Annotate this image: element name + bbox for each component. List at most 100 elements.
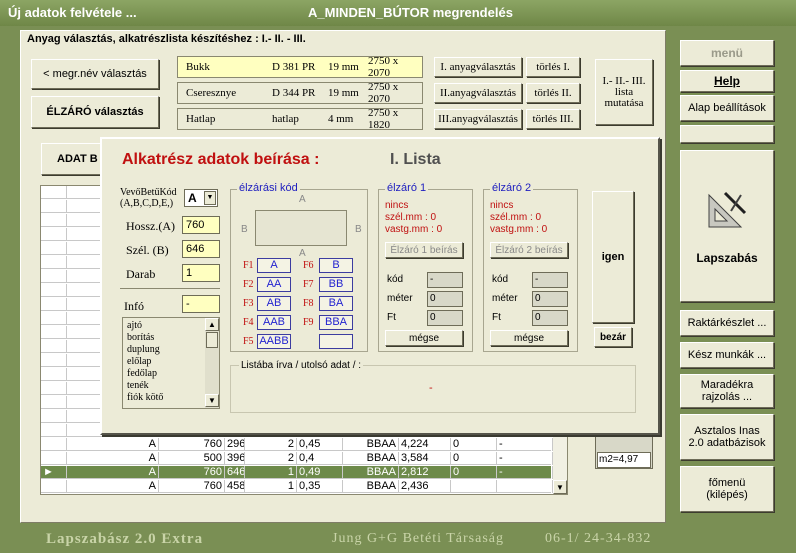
table-cell: 760: [159, 466, 225, 479]
adat-button[interactable]: ADAT B: [41, 143, 101, 175]
edge2-meter-label: méter: [492, 293, 518, 304]
edge-code-button[interactable]: BB: [319, 277, 353, 292]
f-key-label: F2: [243, 279, 254, 290]
table-cell: 458: [227, 480, 245, 493]
edge-code-button[interactable]: AA: [257, 277, 291, 292]
material-size: 2750 x 2070: [368, 81, 399, 105]
help-button[interactable]: Help: [680, 70, 774, 92]
material-3-select-button[interactable]: III.anyagválasztás: [434, 109, 522, 129]
list-item[interactable]: borítás: [127, 332, 215, 344]
edge2-width: szél.mm : 0: [490, 212, 542, 223]
customer-select-button[interactable]: < megr.név választás: [31, 59, 159, 89]
table-cell: 1: [245, 480, 297, 493]
list-item[interactable]: tenék: [127, 380, 215, 392]
f-key-label: F3: [243, 298, 254, 309]
customer-code-value: A: [188, 191, 197, 205]
table-row[interactable]: ► A 760 646 1 0,49 BBAA 2,812 0-: [41, 466, 553, 479]
section-title: Anyag választás, alkatrészlista készítés…: [27, 33, 306, 45]
edge2-cancel-button[interactable]: mégse: [490, 330, 568, 346]
table-cell: 0,45: [297, 438, 343, 451]
parts-list[interactable]: ajtó borítás duplung előlap fedőlap tenék fiók…: [122, 317, 220, 409]
list-item[interactable]: duplung: [127, 344, 215, 356]
edge1-cancel-button[interactable]: mégse: [385, 330, 463, 346]
edge-code-button[interactable]: A: [257, 258, 291, 273]
customer-code-select[interactable]: A ▼: [184, 189, 218, 207]
length-field[interactable]: 760: [182, 216, 220, 234]
table-cell: 0,49: [297, 466, 343, 479]
table-row[interactable]: A 760 458 1 0,35 BBAA 2,436: [41, 480, 553, 493]
width-label: Szél. (B): [126, 243, 169, 257]
table-row[interactable]: A 500 396 2 0,4 BBAA 3,584 0-: [41, 452, 553, 465]
remnant-button[interactable]: Maradékra rajzolás ...: [680, 374, 774, 408]
blank-button[interactable]: [680, 125, 774, 143]
material-2-delete-button[interactable]: törlés II.: [526, 83, 580, 103]
dialog-list-name: I. Lista: [390, 151, 441, 168]
scroll-up-icon[interactable]: ▲: [205, 318, 219, 331]
edge-code-button[interactable]: BA: [319, 296, 353, 311]
edge2-group: élzáró 2 nincs szél.mm : 0 vastg.mm : 0 …: [483, 182, 578, 352]
table-cell: 1: [245, 466, 297, 479]
edge1-entry-button[interactable]: Élzáró 1 beírás: [385, 242, 463, 258]
parts-list-scrollbar[interactable]: ▲ ▼: [205, 318, 219, 408]
list-item[interactable]: ajtó: [127, 320, 215, 332]
scroll-down-icon[interactable]: ▼: [553, 480, 567, 494]
list-item[interactable]: fiók kötő: [127, 392, 215, 404]
finished-jobs-button[interactable]: Kész munkák ...: [680, 342, 774, 368]
listed-value: -: [429, 382, 433, 394]
width-field[interactable]: 646: [182, 240, 220, 258]
table-cell: -: [497, 452, 553, 465]
menu-button[interactable]: menü: [680, 40, 774, 66]
chevron-down-icon[interactable]: ▼: [204, 191, 216, 205]
edge-code-button[interactable]: AB: [257, 296, 291, 311]
material-size: 2750 x 2070: [368, 55, 399, 79]
row-marker: [41, 368, 67, 381]
row-marker: [41, 424, 67, 437]
footer: Lapszabász 2.0 Extra Jung G+G Betéti Tár…: [0, 525, 796, 553]
edge-code-button[interactable]: BBA: [319, 315, 353, 330]
table-cell: BBAA: [343, 452, 399, 465]
row-marker: [41, 382, 67, 395]
edge-code-button[interactable]: AAB: [257, 315, 291, 330]
row-marker: [41, 270, 67, 283]
list-item[interactable]: fedőlap: [127, 368, 215, 380]
f-key-label: F5: [243, 336, 254, 347]
scroll-thumb[interactable]: [206, 332, 218, 348]
info-field[interactable]: -: [182, 295, 220, 313]
list-view-button[interactable]: I.- II.- III. lista mutatása: [595, 59, 653, 125]
edge2-entry-button[interactable]: Élzáró 2 beírás: [490, 242, 568, 258]
table-cell: A: [67, 480, 159, 493]
material-row-3: Hatlap hatlap 4 mm 2750 x 1820: [177, 107, 423, 131]
f-key-label: F9: [303, 317, 314, 328]
listed-group: Listába írva / utolsó adat / : -: [230, 360, 636, 413]
stock-button[interactable]: Raktárkészlet ...: [680, 310, 774, 336]
scroll-down-icon[interactable]: ▼: [205, 394, 219, 407]
material-name: Bukk: [186, 61, 210, 73]
edge-code-button[interactable]: B: [319, 258, 353, 273]
edge2-ft: 0: [532, 310, 568, 326]
list-item[interactable]: előlap: [127, 356, 215, 368]
edge-code-button-empty[interactable]: [319, 334, 353, 349]
close-button[interactable]: bezár: [594, 327, 632, 347]
material-3-delete-button[interactable]: törlés III.: [526, 109, 580, 129]
material-1-select-button[interactable]: I. anyagválasztás: [434, 57, 522, 77]
edge-code-title: élzárási kód: [237, 182, 300, 194]
material-thickness: 19 mm: [328, 87, 359, 99]
material-2-select-button[interactable]: II.anyagválasztás: [434, 83, 522, 103]
carpenter-db-button[interactable]: Asztalos Inas 2.0 adatbázisok: [680, 414, 774, 460]
settings-button[interactable]: Alap beállítások: [680, 95, 774, 121]
table-cell: BBAA: [343, 466, 399, 479]
table-cell: [497, 480, 553, 493]
table-cell: 296: [227, 438, 245, 451]
edge1-width: szél.mm : 0: [385, 212, 437, 223]
cutting-button[interactable]: Lapszabás: [680, 150, 774, 302]
material-1-delete-button[interactable]: törlés I.: [526, 57, 580, 77]
count-field[interactable]: 1: [182, 264, 220, 282]
main-menu-button[interactable]: főmenü (kilépés): [680, 466, 774, 512]
edge-select-button[interactable]: ÉLZÁRÓ választás: [31, 96, 159, 128]
edge2-thickness: vastg.mm : 0: [490, 224, 548, 235]
yes-button[interactable]: igen: [592, 191, 634, 323]
edge-code-button[interactable]: AABB: [257, 334, 291, 349]
table-row[interactable]: A 760 296 2 0,45 BBAA 4,224 0-: [41, 438, 553, 451]
row-marker: [41, 228, 67, 241]
f-key-label: F6: [303, 260, 314, 271]
